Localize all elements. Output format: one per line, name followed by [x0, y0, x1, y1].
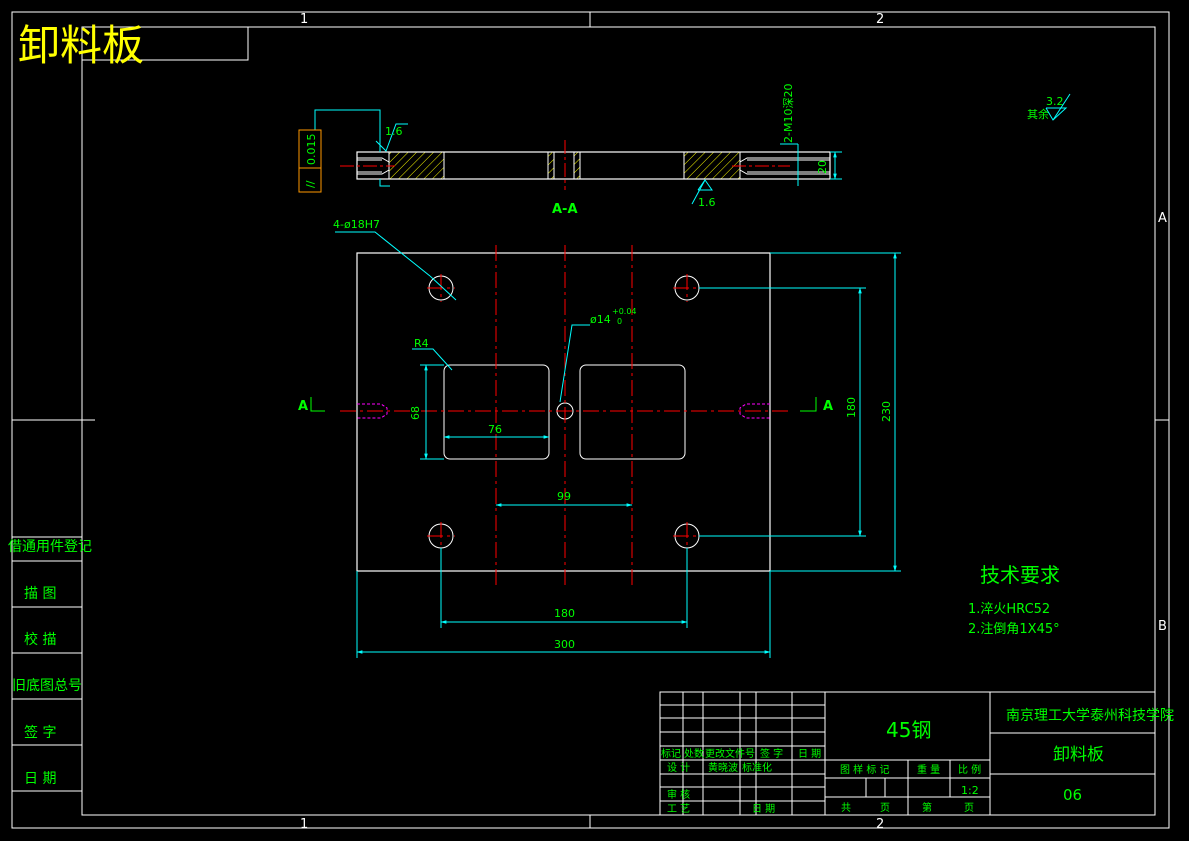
hole-note: 4-ø18H7	[333, 218, 380, 231]
drawing-label: 标记	[661, 748, 681, 760]
drawing-label: 工 艺	[667, 803, 690, 815]
drawing-label: 日 期	[798, 748, 821, 760]
section-mark-left: A	[298, 399, 308, 414]
drawing-label: 比 例	[958, 763, 981, 776]
drawing-sheet: 1 2 1 2 A B 卸料板 // 0.015 1.6 1.6 20 2-M1…	[8, 11, 1174, 832]
side-cell-5: 签 字	[24, 724, 56, 741]
dimension-lines	[335, 231, 901, 658]
drawing-label: 更改文件号	[705, 747, 755, 760]
side-cell-1: 借通用件登记	[8, 539, 92, 555]
dim-68: 68	[409, 406, 422, 420]
drawing-label: 标准化	[742, 761, 772, 774]
grid-col-1-top: 1	[300, 12, 308, 27]
drawing-label: 设 计	[667, 761, 690, 774]
school-name: 南京理工大学泰州科技学院	[1006, 708, 1174, 724]
thread-note: 2-M10深20	[782, 84, 795, 143]
drawing-label: 第	[922, 801, 932, 814]
center-tol-lower: 0	[617, 317, 622, 326]
side-table: 借通用件登记 描 图 校 描 旧底图总号 签 字 日 期	[8, 536, 92, 792]
scale-value: 1:2	[961, 784, 979, 797]
plan-view: A A 4-ø18H7 ø14 +0.04 0 R4 76 68 99 180 …	[298, 218, 901, 658]
side-cell-2: 描 图	[24, 586, 56, 602]
roughness-bottom: 1.6	[698, 196, 716, 209]
dim-99: 99	[557, 490, 571, 503]
side-cell-6: 日 期	[24, 771, 56, 787]
dim-180-horizontal: 180	[554, 607, 575, 620]
dim-76: 76	[488, 423, 502, 436]
drawing-label: 黄晓波	[708, 761, 738, 774]
drawing-label: 处数	[684, 747, 704, 760]
guide-holes	[428, 275, 700, 549]
center-tol-upper: +0.04	[612, 307, 637, 316]
material: 45钢	[886, 718, 931, 742]
tech-item-2: 2.注倒角1X45°	[968, 622, 1060, 637]
general-roughness: 其余 3.2	[1027, 93, 1071, 121]
drawing-label: 其余	[1027, 107, 1049, 121]
drawing-label: 页	[880, 802, 890, 814]
drawing-title: 卸料板	[18, 21, 144, 70]
grid-row-b: B	[1158, 619, 1167, 634]
side-cell-3: 校 描	[24, 631, 56, 648]
tech-requirements: 技术要求 1.淬火HRC52 2.注倒角1X45°	[968, 563, 1060, 637]
drawing-label: 日 期	[752, 803, 775, 815]
center-hole-note: ø14	[590, 313, 611, 326]
grid-col-2-bottom: 2	[876, 817, 884, 832]
tolerance-symbol: //	[304, 180, 317, 188]
section-mark-right: A	[823, 399, 833, 414]
drawing-label: 审 核	[667, 788, 690, 801]
depth-dimension: 20	[816, 160, 829, 174]
tech-heading: 技术要求	[980, 563, 1060, 587]
title-block: 45钢 南京理工大学泰州科技学院 卸料板 06 1:2 标记 处数 更改文件号 …	[659, 691, 1174, 816]
drawing-label: 重 量	[917, 763, 940, 776]
drawing-label: 3.2	[1046, 95, 1064, 108]
dim-230: 230	[880, 401, 893, 422]
tech-item-1: 1.淬火HRC52	[968, 602, 1050, 617]
grid-col-1-bottom: 1	[300, 817, 308, 832]
drawing-label: 页	[964, 802, 974, 814]
drawing-number: 06	[1063, 786, 1082, 804]
dim-180-vertical: 180	[845, 397, 858, 418]
section-label: A-A	[552, 202, 578, 217]
radius-note: R4	[414, 337, 429, 350]
tolerance-value: 0.015	[305, 134, 318, 166]
side-cell-4: 旧底图总号	[12, 678, 82, 694]
dim-300: 300	[554, 638, 575, 651]
grid-row-a: A	[1158, 211, 1167, 226]
roughness-top: 1.6	[385, 125, 403, 138]
drawing-label: 图 样 标 记	[840, 763, 890, 776]
drawing-label: 签 字	[760, 747, 783, 760]
part-name: 卸料板	[1053, 745, 1104, 765]
section-view: // 0.015 1.6 1.6 20 2-M10深20 A-A	[298, 84, 842, 217]
grid-col-2-top: 2	[876, 12, 884, 27]
drawing-label: 共	[841, 802, 851, 814]
sheet-border	[11, 11, 1170, 829]
